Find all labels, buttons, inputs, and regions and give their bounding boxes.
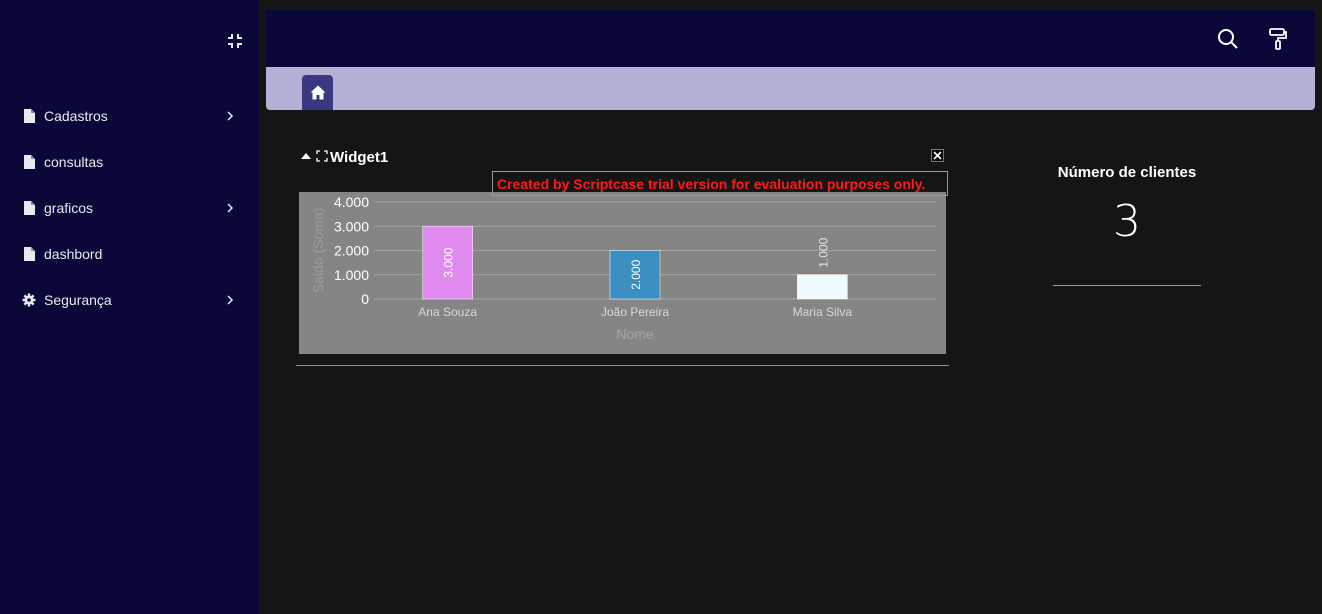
kpi-divider — [1053, 285, 1201, 286]
sidebar-menu: Cadastros consultas graficos dashbord Se… — [0, 93, 259, 323]
sidebar-item-label: consultas — [44, 154, 104, 170]
widget-header: Widget1 — [300, 148, 946, 168]
y-tick-label: 0 — [361, 291, 369, 307]
chevron-right-icon — [227, 295, 234, 305]
chevron-right-icon — [227, 203, 234, 213]
y-tick-label: 1.000 — [334, 267, 369, 283]
x-axis-label: Nome — [616, 326, 654, 342]
gear-icon — [22, 293, 36, 307]
widget-title: Widget1 — [330, 149, 389, 166]
kpi-title: Número de clientes — [1057, 164, 1197, 181]
sidebar-item-label: dashbord — [44, 246, 103, 262]
close-icon — [933, 151, 942, 160]
sidebar-item-graficos[interactable]: graficos — [0, 185, 259, 231]
x-tick-label: Ana Souza — [418, 305, 477, 319]
search-icon[interactable] — [1216, 27, 1240, 51]
collapse-widget-icon[interactable] — [300, 150, 312, 162]
sidebar-item-label: Segurança — [44, 292, 112, 308]
chart-svg: 0 1.000 2.000 3.000 4.000 Saldo (Soma) 3.000 An… — [310, 194, 936, 342]
file-icon — [22, 201, 36, 215]
expand-widget-icon[interactable] — [316, 150, 328, 162]
data-label: 1.000 — [816, 237, 830, 267]
sidebar-item-seguranca[interactable]: Segurança — [0, 277, 259, 323]
sidebar-item-cadastros[interactable]: Cadastros — [0, 93, 259, 139]
chevron-right-icon — [227, 111, 234, 121]
sidebar-item-dashbord[interactable]: dashbord — [0, 231, 259, 277]
trial-notice: Created by Scriptcase trial version for … — [492, 171, 948, 196]
widget-divider — [296, 365, 949, 366]
home-icon — [310, 85, 325, 100]
sidebar-item-label: Cadastros — [44, 108, 108, 124]
paint-roller-icon[interactable] — [1266, 27, 1290, 51]
file-icon — [22, 247, 36, 261]
data-label: 3.000 — [442, 247, 456, 277]
tab-bar — [266, 67, 1315, 110]
y-tick-label: 3.000 — [334, 218, 369, 234]
top-header — [266, 10, 1315, 67]
x-tick-label: João Pereira — [601, 305, 669, 319]
x-tick-label: Maria Silva — [793, 305, 853, 319]
file-icon — [22, 155, 36, 169]
kpi-value: 3 — [1113, 196, 1141, 247]
sidebar-item-consultas[interactable]: consultas — [0, 139, 259, 185]
sidebar: Cadastros consultas graficos dashbord Se… — [0, 0, 259, 614]
y-axis-label: Saldo (Soma) — [310, 208, 326, 294]
sidebar-item-label: graficos — [44, 200, 94, 216]
bar-chart: 0 1.000 2.000 3.000 4.000 Saldo (Soma) 3.000 An… — [299, 192, 946, 354]
close-widget-button[interactable] — [931, 149, 944, 162]
tab-home[interactable] — [302, 75, 333, 110]
bar — [797, 274, 848, 300]
file-icon — [22, 109, 36, 123]
collapse-sidebar-icon[interactable] — [226, 32, 244, 50]
data-label: 2.000 — [629, 259, 643, 289]
y-tick-label: 2.000 — [334, 243, 369, 259]
y-tick-label: 4.000 — [334, 194, 369, 210]
